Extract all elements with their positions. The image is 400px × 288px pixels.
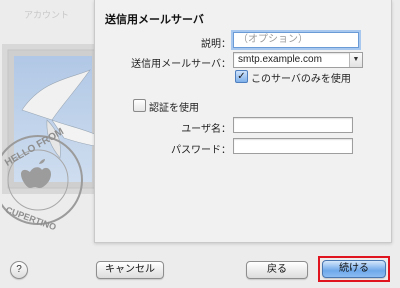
server-value: smtp.example.com [238,54,322,65]
username-field[interactable] [233,117,353,133]
dropdown-arrow-icon[interactable]: ▼ [349,53,362,67]
description-placeholder: （オプション） [238,34,308,45]
window-title-faded: アカウント [24,10,70,20]
password-field[interactable] [233,138,353,154]
cancel-button[interactable]: キャンセル [96,261,164,279]
only-this-server-checkbox[interactable]: ✓ [235,70,248,83]
checkmark-icon: ✓ [237,71,246,82]
description-field[interactable]: （オプション） [233,32,359,48]
mail-setup-window: アカウント HELLO FROM CUPERTINO 送信用メールサーバ 説明：… [0,0,400,288]
back-button[interactable]: 戻る [246,261,308,279]
only-this-server-label: このサーバのみを使用 [251,74,351,85]
username-label: ユーザ名： [181,124,231,135]
password-label: パスワード： [171,145,231,156]
description-label: 説明： [201,39,231,50]
section-title: 送信用メールサーバ [105,14,204,26]
server-combobox[interactable]: smtp.example.com ▼ [233,52,363,68]
outgoing-server-sheet: 送信用メールサーバ 説明： （オプション） 送信用メールサーバ： smtp.ex… [94,0,392,243]
use-auth-label: 認証を使用 [149,103,199,114]
use-auth-checkbox[interactable] [133,99,146,112]
continue-highlight-box [318,256,390,282]
help-button[interactable]: ? [10,261,28,279]
server-label: 送信用メールサーバ： [131,59,231,70]
